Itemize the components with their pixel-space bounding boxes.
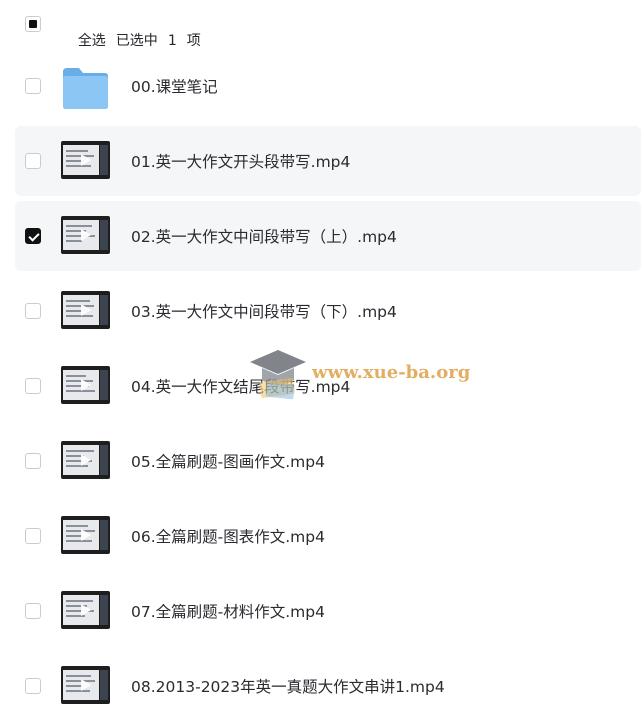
row-checkbox[interactable] [25, 303, 41, 319]
selected-unit: 项 [186, 33, 201, 49]
file-name: 03.英一大作文中间段带写（下）.mp4 [131, 303, 397, 321]
folder-icon [61, 66, 110, 109]
file-name: 08.2013-2023年英一真题大作文串讲1.mp4 [131, 678, 445, 696]
selected-count: 1 [167, 33, 177, 49]
video-thumbnail-icon [61, 441, 110, 479]
file-name: 02.英一大作文中间段带写（上）.mp4 [131, 228, 397, 246]
video-thumbnail-icon [61, 216, 110, 254]
selection-header: 全选 已选中 1 项 [0, 0, 641, 49]
watermark: www.xue-ba.org [248, 346, 471, 402]
row-checkbox-checked[interactable] [25, 228, 41, 244]
file-name: 01.英一大作文开头段带写.mp4 [131, 153, 351, 171]
file-row[interactable]: 00.课堂笔记 [15, 51, 641, 121]
play-icon [81, 454, 91, 466]
watermark-text: www.xue-ba.org [312, 362, 471, 383]
row-checkbox[interactable] [25, 78, 41, 94]
file-name: 07.全篇刷题-材料作文.mp4 [131, 603, 325, 621]
file-name: 06.全篇刷题-图表作文.mp4 [131, 528, 325, 546]
row-checkbox[interactable] [25, 378, 41, 394]
video-thumbnail-icon [61, 366, 110, 404]
play-icon [81, 604, 91, 616]
select-all-checkbox[interactable] [25, 16, 41, 32]
play-icon [81, 379, 91, 391]
selected-text: 已选中 [115, 33, 158, 49]
row-checkbox[interactable] [25, 678, 41, 694]
play-icon [81, 154, 91, 166]
file-name: 00.课堂笔记 [131, 78, 218, 96]
video-thumbnail-icon [61, 591, 110, 629]
file-row[interactable]: 07.全篇刷题-材料作文.mp4 [15, 576, 641, 646]
play-icon [81, 679, 91, 691]
row-checkbox[interactable] [25, 453, 41, 469]
file-name: 05.全篇刷题-图画作文.mp4 [131, 453, 325, 471]
row-checkbox[interactable] [25, 153, 41, 169]
file-row[interactable]: 08.2013-2023年英一真题大作文串讲1.mp4 [15, 651, 641, 721]
file-row[interactable]: 03.英一大作文中间段带写（下）.mp4 [15, 276, 641, 346]
file-row[interactable]: 02.英一大作文中间段带写（上）.mp4 [15, 201, 641, 271]
select-all-label[interactable]: 全选 [78, 33, 106, 49]
graduation-cap-icon [250, 350, 306, 400]
row-checkbox[interactable] [25, 528, 41, 544]
video-thumbnail-icon [61, 666, 110, 704]
file-row[interactable]: 06.全篇刷题-图表作文.mp4 [15, 501, 641, 571]
row-checkbox[interactable] [25, 603, 41, 619]
video-thumbnail-icon [61, 516, 110, 554]
file-row[interactable]: 01.英一大作文开头段带写.mp4 [15, 126, 641, 196]
file-row[interactable]: 05.全篇刷题-图画作文.mp4 [15, 426, 641, 496]
video-thumbnail-icon [61, 291, 110, 329]
play-icon [81, 304, 91, 316]
play-icon [81, 229, 91, 241]
play-icon [81, 529, 91, 541]
video-thumbnail-icon [61, 141, 110, 179]
